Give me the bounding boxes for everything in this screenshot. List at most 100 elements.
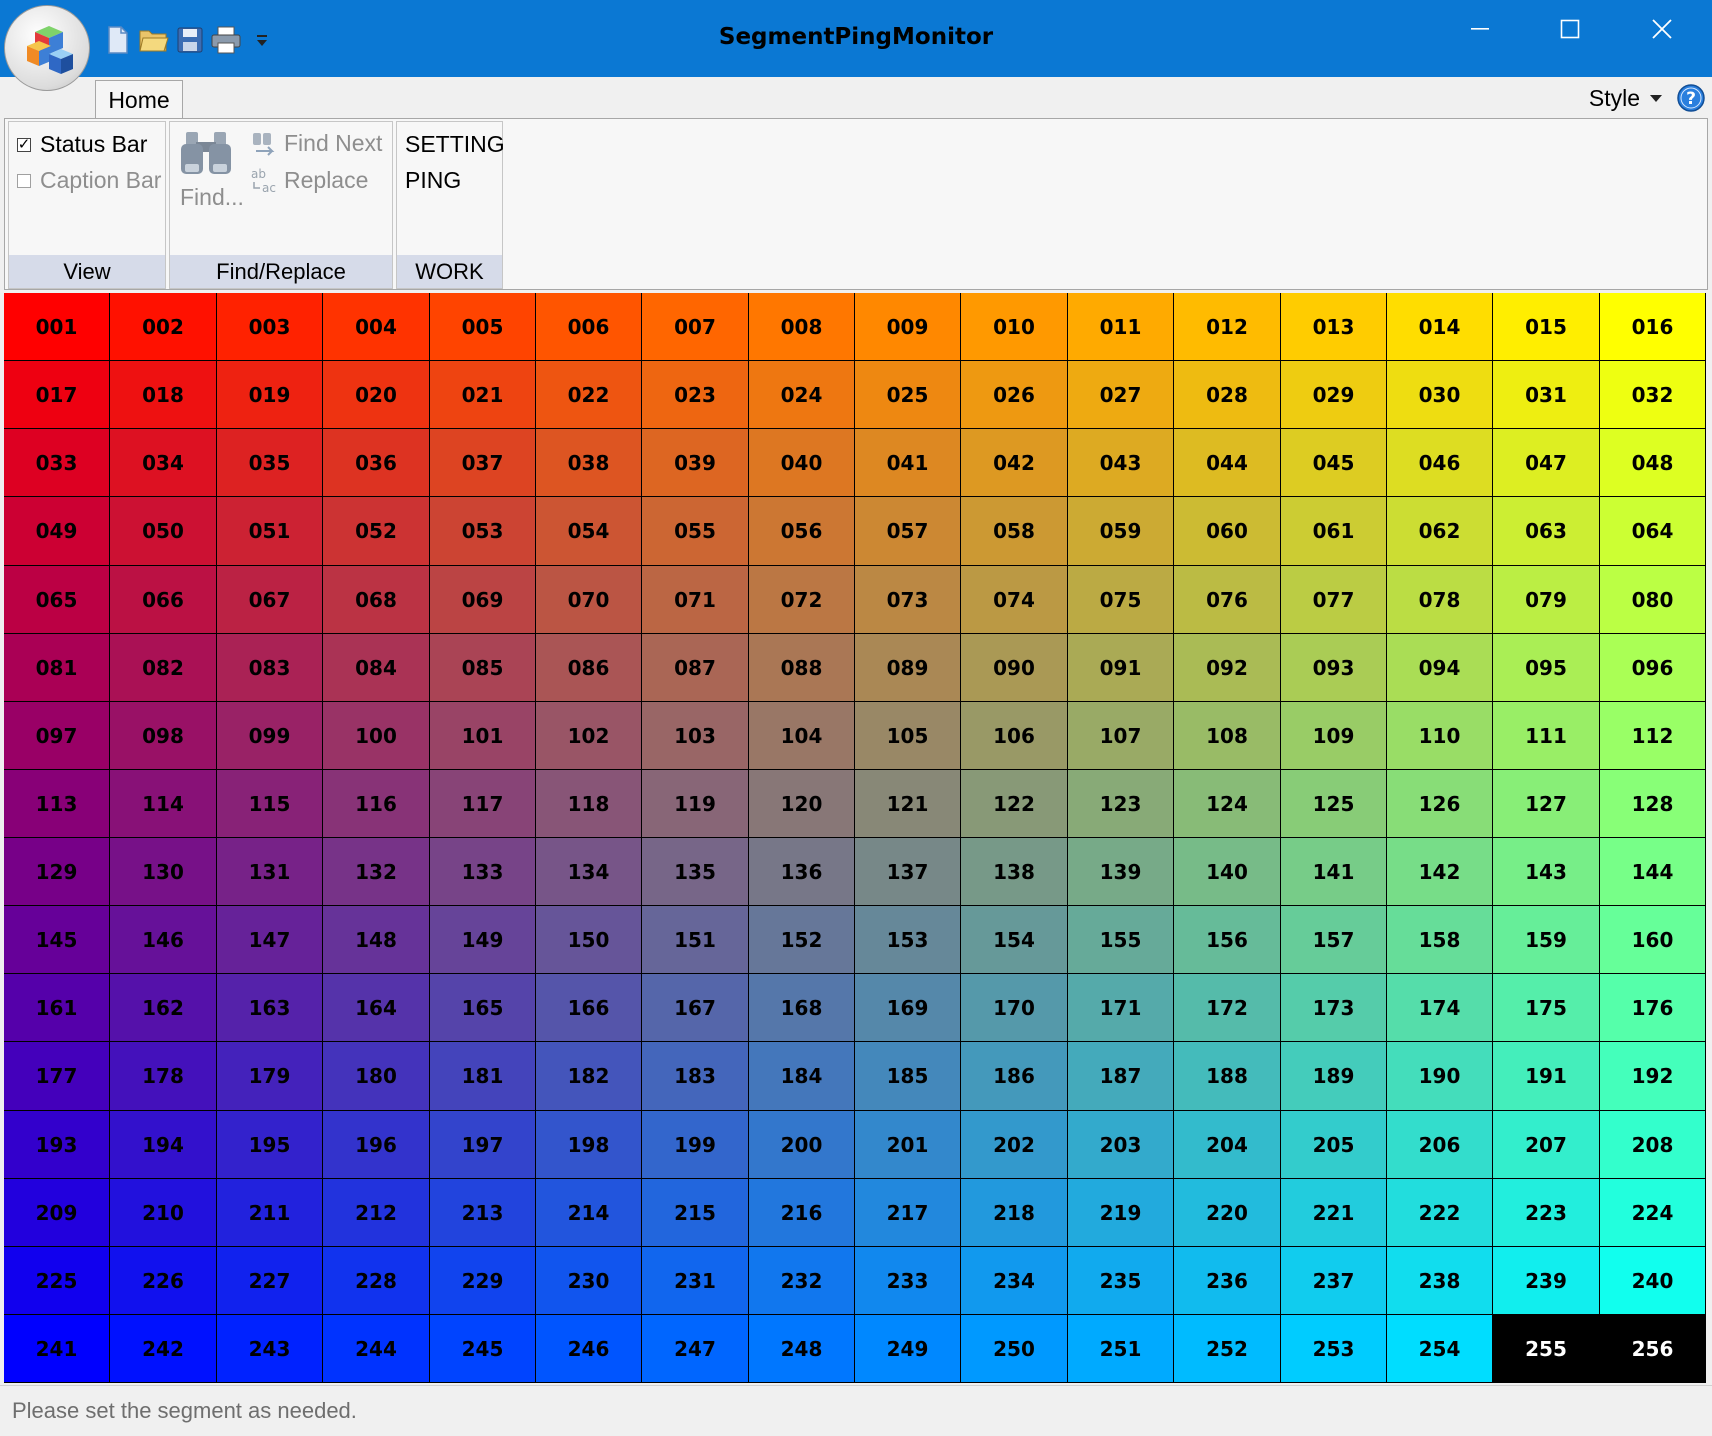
segment-cell[interactable]: 141 (1281, 838, 1387, 906)
segment-cell[interactable]: 061 (1281, 497, 1387, 566)
segment-cell[interactable]: 106 (961, 702, 1068, 770)
segment-cell[interactable]: 146 (110, 906, 217, 974)
segment-cell[interactable]: 192 (1600, 1042, 1706, 1111)
segment-cell[interactable]: 204 (1174, 1111, 1281, 1179)
segment-cell[interactable]: 059 (1068, 497, 1174, 566)
segment-cell[interactable]: 159 (1493, 906, 1600, 974)
segment-cell[interactable]: 237 (1281, 1247, 1387, 1315)
segment-cell[interactable]: 248 (749, 1315, 855, 1383)
segment-cell[interactable]: 029 (1281, 361, 1387, 429)
segment-cell[interactable]: 142 (1387, 838, 1493, 906)
segment-cell[interactable]: 227 (217, 1247, 323, 1315)
segment-cell[interactable]: 226 (110, 1247, 217, 1315)
segment-cell[interactable]: 113 (4, 770, 110, 838)
segment-cell[interactable]: 154 (961, 906, 1068, 974)
segment-cell[interactable]: 184 (749, 1042, 855, 1111)
segment-cell[interactable]: 084 (323, 634, 430, 702)
segment-cell[interactable]: 168 (749, 974, 855, 1042)
segment-cell[interactable]: 214 (536, 1179, 642, 1247)
segment-cell[interactable]: 089 (855, 634, 961, 702)
segment-cell[interactable]: 081 (4, 634, 110, 702)
status-bar-checkbox[interactable]: ✓ Status Bar (17, 131, 147, 158)
help-icon[interactable]: ? (1676, 83, 1706, 113)
segment-cell[interactable]: 247 (642, 1315, 749, 1383)
segment-cell[interactable]: 092 (1174, 634, 1281, 702)
segment-cell[interactable]: 163 (217, 974, 323, 1042)
segment-cell[interactable]: 118 (536, 770, 642, 838)
segment-cell[interactable]: 246 (536, 1315, 642, 1383)
segment-cell[interactable]: 203 (1068, 1111, 1174, 1179)
find-next-button[interactable]: Find Next (250, 130, 382, 157)
segment-cell[interactable]: 079 (1493, 566, 1600, 634)
segment-cell[interactable]: 198 (536, 1111, 642, 1179)
segment-cell[interactable]: 206 (1387, 1111, 1493, 1179)
segment-cell[interactable]: 032 (1600, 361, 1706, 429)
segment-cell[interactable]: 119 (642, 770, 749, 838)
segment-cell[interactable]: 020 (323, 361, 430, 429)
segment-cell[interactable]: 050 (110, 497, 217, 566)
segment-cell[interactable]: 149 (430, 906, 536, 974)
segment-cell[interactable]: 034 (110, 429, 217, 497)
segment-cell[interactable]: 175 (1493, 974, 1600, 1042)
segment-cell[interactable]: 046 (1387, 429, 1493, 497)
segment-cell[interactable]: 191 (1493, 1042, 1600, 1111)
segment-cell[interactable]: 004 (323, 293, 430, 361)
segment-cell[interactable]: 105 (855, 702, 961, 770)
segment-cell[interactable]: 196 (323, 1111, 430, 1179)
segment-cell[interactable]: 120 (749, 770, 855, 838)
segment-cell[interactable]: 242 (110, 1315, 217, 1383)
segment-cell[interactable]: 035 (217, 429, 323, 497)
segment-cell[interactable]: 075 (1068, 566, 1174, 634)
segment-cell[interactable]: 047 (1493, 429, 1600, 497)
segment-cell[interactable]: 027 (1068, 361, 1174, 429)
segment-cell[interactable]: 144 (1600, 838, 1706, 906)
segment-cell[interactable]: 111 (1493, 702, 1600, 770)
segment-cell[interactable]: 217 (855, 1179, 961, 1247)
segment-cell[interactable]: 001 (4, 293, 110, 361)
segment-cell[interactable]: 123 (1068, 770, 1174, 838)
segment-cell[interactable]: 102 (536, 702, 642, 770)
segment-cell[interactable]: 066 (110, 566, 217, 634)
segment-cell[interactable]: 182 (536, 1042, 642, 1111)
segment-cell[interactable]: 231 (642, 1247, 749, 1315)
segment-cell[interactable]: 228 (323, 1247, 430, 1315)
segment-cell[interactable]: 200 (749, 1111, 855, 1179)
segment-cell[interactable]: 087 (642, 634, 749, 702)
ping-button[interactable]: PING (405, 167, 461, 194)
minimize-button[interactable] (1434, 0, 1526, 58)
segment-cell[interactable]: 100 (323, 702, 430, 770)
segment-cell[interactable]: 096 (1600, 634, 1706, 702)
segment-cell[interactable]: 026 (961, 361, 1068, 429)
segment-cell[interactable]: 095 (1493, 634, 1600, 702)
segment-cell[interactable]: 179 (217, 1042, 323, 1111)
segment-cell[interactable]: 016 (1600, 293, 1706, 361)
segment-cell[interactable]: 140 (1174, 838, 1281, 906)
segment-cell[interactable]: 108 (1174, 702, 1281, 770)
segment-cell[interactable]: 138 (961, 838, 1068, 906)
segment-cell[interactable]: 124 (1174, 770, 1281, 838)
segment-cell[interactable]: 161 (4, 974, 110, 1042)
segment-cell[interactable]: 103 (642, 702, 749, 770)
segment-cell[interactable]: 210 (110, 1179, 217, 1247)
segment-cell[interactable]: 160 (1600, 906, 1706, 974)
segment-cell[interactable]: 072 (749, 566, 855, 634)
segment-cell[interactable]: 025 (855, 361, 961, 429)
segment-cell[interactable]: 021 (430, 361, 536, 429)
segment-cell[interactable]: 153 (855, 906, 961, 974)
segment-cell[interactable]: 128 (1600, 770, 1706, 838)
segment-cell[interactable]: 127 (1493, 770, 1600, 838)
segment-cell[interactable]: 195 (217, 1111, 323, 1179)
segment-cell[interactable]: 129 (4, 838, 110, 906)
segment-cell[interactable]: 232 (749, 1247, 855, 1315)
caption-bar-checkbox[interactable]: Caption Bar (17, 167, 161, 194)
segment-cell[interactable]: 015 (1493, 293, 1600, 361)
segment-cell[interactable]: 080 (1600, 566, 1706, 634)
segment-cell[interactable]: 245 (430, 1315, 536, 1383)
segment-cell[interactable]: 125 (1281, 770, 1387, 838)
segment-cell[interactable]: 088 (749, 634, 855, 702)
segment-cell[interactable]: 135 (642, 838, 749, 906)
segment-cell[interactable]: 222 (1387, 1179, 1493, 1247)
segment-cell[interactable]: 033 (4, 429, 110, 497)
segment-cell[interactable]: 255 (1493, 1315, 1600, 1383)
segment-cell[interactable]: 250 (961, 1315, 1068, 1383)
